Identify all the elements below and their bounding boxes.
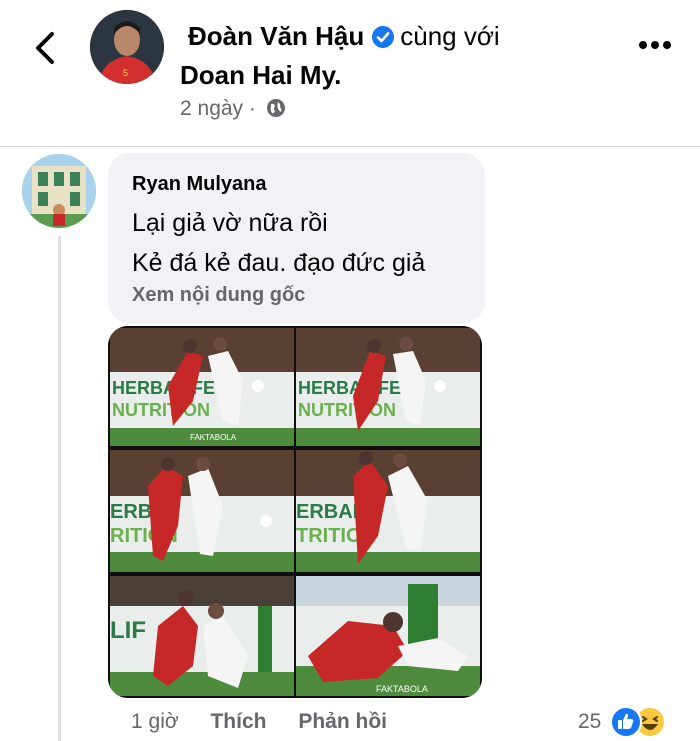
svg-text:NUTRITION: NUTRITION: [298, 400, 396, 420]
photo-panel: LIF: [110, 576, 294, 696]
reaction-count: 25: [578, 710, 602, 733]
like-button[interactable]: Thích: [210, 710, 266, 733]
svg-text:HERBALIFE: HERBALIFE: [298, 378, 401, 398]
svg-text:HERBALIFE: HERBALIFE: [112, 378, 215, 398]
photo-watermark: FAKTABOLA: [190, 433, 237, 442]
author-avatar[interactable]: 5: [90, 10, 164, 84]
photo-panel: HERBALIFE NUTRITION: [296, 328, 480, 446]
commenter-avatar[interactable]: [22, 154, 96, 228]
svg-text:NUTRITION: NUTRITION: [112, 400, 210, 420]
tagged-name[interactable]: Doan Hai My.: [180, 59, 341, 91]
svg-text:LIF: LIF: [110, 617, 146, 644]
reply-thread-line: [58, 236, 61, 741]
back-arrow-icon[interactable]: [28, 30, 62, 66]
comment-bubble[interactable]: Ryan Mulyana Lại giả vờ nữa rồi Kẻ đá kẻ…: [108, 153, 485, 323]
post-title: Đoàn Văn Hậu cùng với: [188, 20, 500, 52]
post-timestamp[interactable]: 2 ngày: [180, 97, 243, 120]
photo-panel: ERBAL TRITION: [296, 450, 480, 572]
with-text: cùng với: [400, 21, 500, 51]
photo-panel: FAKTABOLA: [296, 576, 480, 696]
photo-panel: HERBALIFE NUTRITION: [110, 328, 294, 446]
verified-badge-icon: [372, 26, 395, 48]
comment-actions: 1 giờ Thích Phản hồi: [131, 710, 413, 734]
comment-photo[interactable]: HERBALIFE NUTRITION HERBALIFE NUTRITION: [108, 326, 482, 698]
svg-text:5: 5: [123, 68, 128, 78]
comment-time[interactable]: 1 giờ: [131, 710, 179, 733]
post-meta: 2 ngày ·: [180, 97, 286, 121]
comment-line: Kẻ đá kẻ đau. đạo đức giả: [132, 249, 426, 277]
comment-line: Lại giả vờ nữa rồi: [132, 209, 328, 237]
comment-text: Lại giả vờ nữa rồi Kẻ đá kẻ đau. đạo đức…: [132, 203, 425, 283]
author-name[interactable]: Đoàn Văn Hậu: [188, 21, 364, 51]
reaction-summary[interactable]: 25: [578, 706, 668, 738]
globe-icon: [266, 99, 285, 117]
svg-text:ERBAL: ERBAL: [296, 501, 365, 523]
commenter-name[interactable]: Ryan Mulyana: [132, 173, 266, 196]
header-divider: [0, 146, 700, 147]
svg-text:FAKTABOLA: FAKTABOLA: [376, 684, 428, 694]
post-header: 5 Đoàn Văn Hậu cùng với Doan Hai My. 2 ng…: [0, 0, 700, 146]
more-options-icon[interactable]: [638, 38, 672, 52]
see-original-link[interactable]: Xem nội dung gốc: [132, 284, 305, 307]
meta-separator: ·: [248, 97, 256, 120]
photo-panel: ERBAL RITION: [110, 450, 294, 572]
like-reaction-icon: [609, 706, 642, 738]
reply-button[interactable]: Phản hồi: [298, 710, 387, 733]
